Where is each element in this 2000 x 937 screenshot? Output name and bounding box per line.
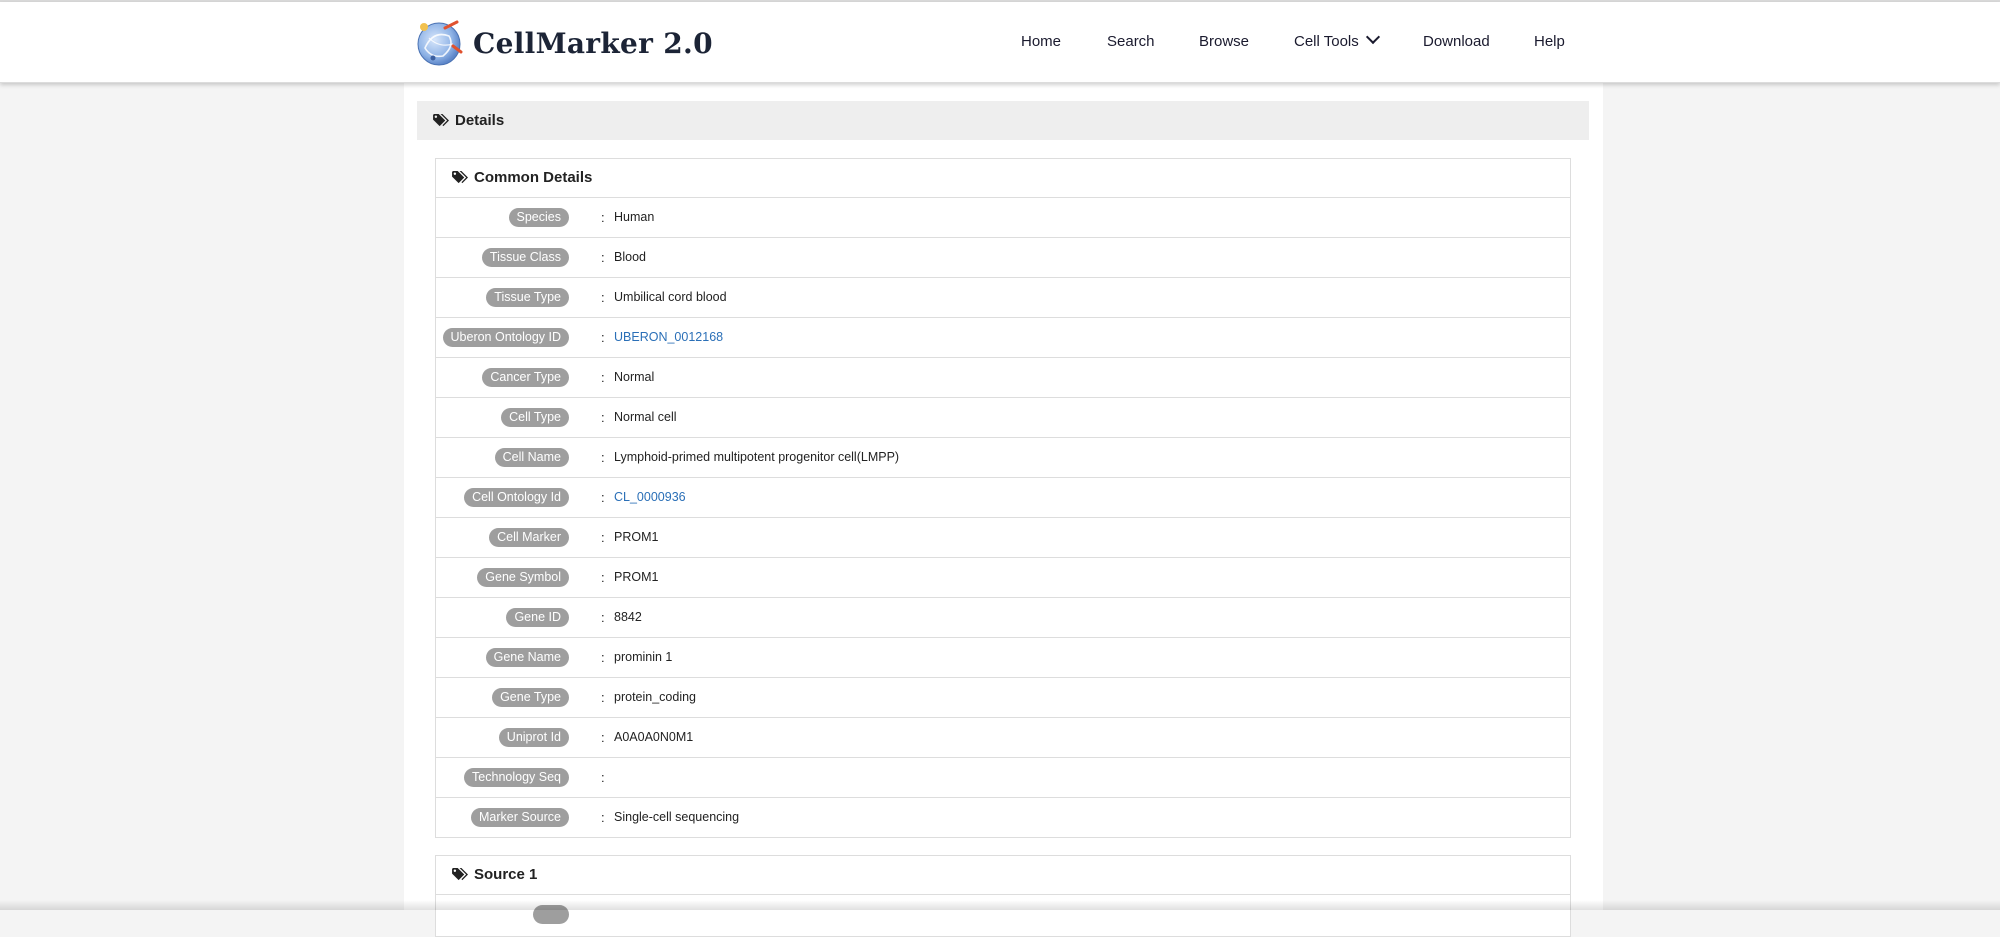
field-label: Marker Source [471, 808, 569, 827]
nav-search[interactable]: Search [1107, 2, 1155, 82]
source-1-title: Source 1 [474, 866, 538, 883]
details-header: Details [417, 101, 1589, 140]
cellmarker-logo-icon [415, 18, 465, 68]
colon: : [601, 690, 605, 705]
field-value: 8842 [614, 610, 642, 624]
colon: : [601, 250, 605, 265]
detail-row-cell-type: Cell Type : Normal cell [436, 398, 1570, 438]
field-value: protein_coding [614, 690, 697, 704]
colon: : [601, 650, 605, 665]
colon: : [601, 810, 605, 825]
field-label: Cancer Type [482, 368, 569, 387]
source-1-header: Source 1 [436, 856, 1570, 895]
detail-row-tissue-type: Tissue Type : Umbilical cord blood [436, 278, 1570, 318]
colon: : [601, 450, 605, 465]
detail-row-species: Species : Human [436, 198, 1570, 238]
detail-row-uberon-id: Uberon Ontology ID : UBERON_0012168 [436, 318, 1570, 358]
chevron-down-icon [1365, 29, 1380, 45]
field-value: PROM1 [614, 530, 659, 544]
site-logo[interactable]: CellMarker 2.0 [415, 18, 713, 68]
nav-help[interactable]: Help [1534, 2, 1565, 82]
detail-row-cell-name: Cell Name : Lymphoid-primed multipotent … [436, 438, 1570, 478]
colon: : [601, 570, 605, 585]
field-label: Gene ID [506, 608, 569, 627]
detail-row-uniprot-id: Uniprot Id : A0A0A0N0M1 [436, 718, 1570, 758]
tags-icon [452, 170, 468, 184]
detail-row-cancer-type: Cancer Type : Normal [436, 358, 1570, 398]
nav-browse[interactable]: Browse [1199, 2, 1249, 82]
nav-cell-tools[interactable]: Cell Tools [1294, 2, 1380, 82]
field-label: Gene Type [492, 688, 569, 707]
bottom-shadow [0, 900, 2000, 910]
common-details-panel: Common Details Species : Human Tissue Cl… [435, 158, 1571, 838]
site-title: CellMarker 2.0 [473, 26, 713, 60]
details-page: Details Common Details Species : Human T… [404, 83, 1603, 937]
nav-cell-tools-label: Cell Tools [1294, 33, 1359, 50]
field-value: A0A0A0N0M1 [614, 730, 694, 744]
tags-icon [452, 867, 468, 881]
source-1-panel: Source 1 [435, 855, 1571, 937]
uberon-ontology-link[interactable]: UBERON_0012168 [614, 318, 723, 357]
nav-download[interactable]: Download [1423, 2, 1490, 82]
colon: : [601, 370, 605, 385]
field-value: Human [614, 210, 655, 224]
field-value: Normal [614, 370, 655, 384]
details-title: Details [455, 112, 505, 129]
tags-icon [433, 113, 449, 127]
detail-row-cell-marker: Cell Marker : PROM1 [436, 518, 1570, 558]
field-label: Technology Seq [464, 768, 569, 787]
site-header: CellMarker 2.0 Home Search Browse Cell T… [0, 2, 2000, 83]
field-value: Single-cell sequencing [614, 810, 740, 824]
detail-row-gene-type: Gene Type : protein_coding [436, 678, 1570, 718]
detail-row-cell-ontology-id: Cell Ontology Id : CL_0000936 [436, 478, 1570, 518]
colon: : [601, 330, 605, 345]
field-label: Tissue Type [486, 288, 569, 307]
detail-row-gene-name: Gene Name : prominin 1 [436, 638, 1570, 678]
field-label: Cell Ontology Id [464, 488, 569, 507]
colon: : [601, 770, 605, 785]
field-value: Lymphoid-primed multipotent progenitor c… [614, 450, 900, 464]
detail-row-gene-symbol: Gene Symbol : PROM1 [436, 558, 1570, 598]
field-value: Normal cell [614, 410, 677, 424]
field-label: Uberon Ontology ID [442, 328, 569, 347]
main-nav: Home Search Browse Cell Tools Download H… [1000, 2, 2000, 82]
nav-home[interactable]: Home [1021, 2, 1061, 82]
colon: : [601, 530, 605, 545]
field-label: Gene Symbol [477, 568, 569, 587]
colon: : [601, 730, 605, 745]
common-details-title: Common Details [474, 169, 593, 186]
detail-row-technology-seq: Technology Seq : [436, 758, 1570, 798]
field-value: Umbilical cord blood [614, 290, 727, 304]
field-label: Cell Name [494, 448, 569, 467]
field-label: Species [508, 208, 569, 227]
field-value: prominin 1 [614, 650, 673, 664]
colon: : [601, 210, 605, 225]
field-label: Uniprot Id [498, 728, 569, 747]
field-label: Cell Marker [489, 528, 569, 547]
field-value: Blood [614, 250, 646, 264]
cell-ontology-link[interactable]: CL_0000936 [614, 478, 686, 517]
field-label: Tissue Class [481, 248, 569, 267]
colon: : [601, 410, 605, 425]
colon: : [601, 490, 605, 505]
detail-row-tissue-class: Tissue Class : Blood [436, 238, 1570, 278]
detail-row-gene-id: Gene ID : 8842 [436, 598, 1570, 638]
colon: : [601, 290, 605, 305]
field-label: Gene Name [485, 648, 569, 667]
common-details-header: Common Details [436, 159, 1570, 198]
field-value: PROM1 [614, 570, 659, 584]
field-label: Cell Type [501, 408, 569, 427]
detail-row-marker-source: Marker Source : Single-cell sequencing [436, 798, 1570, 837]
colon: : [601, 610, 605, 625]
